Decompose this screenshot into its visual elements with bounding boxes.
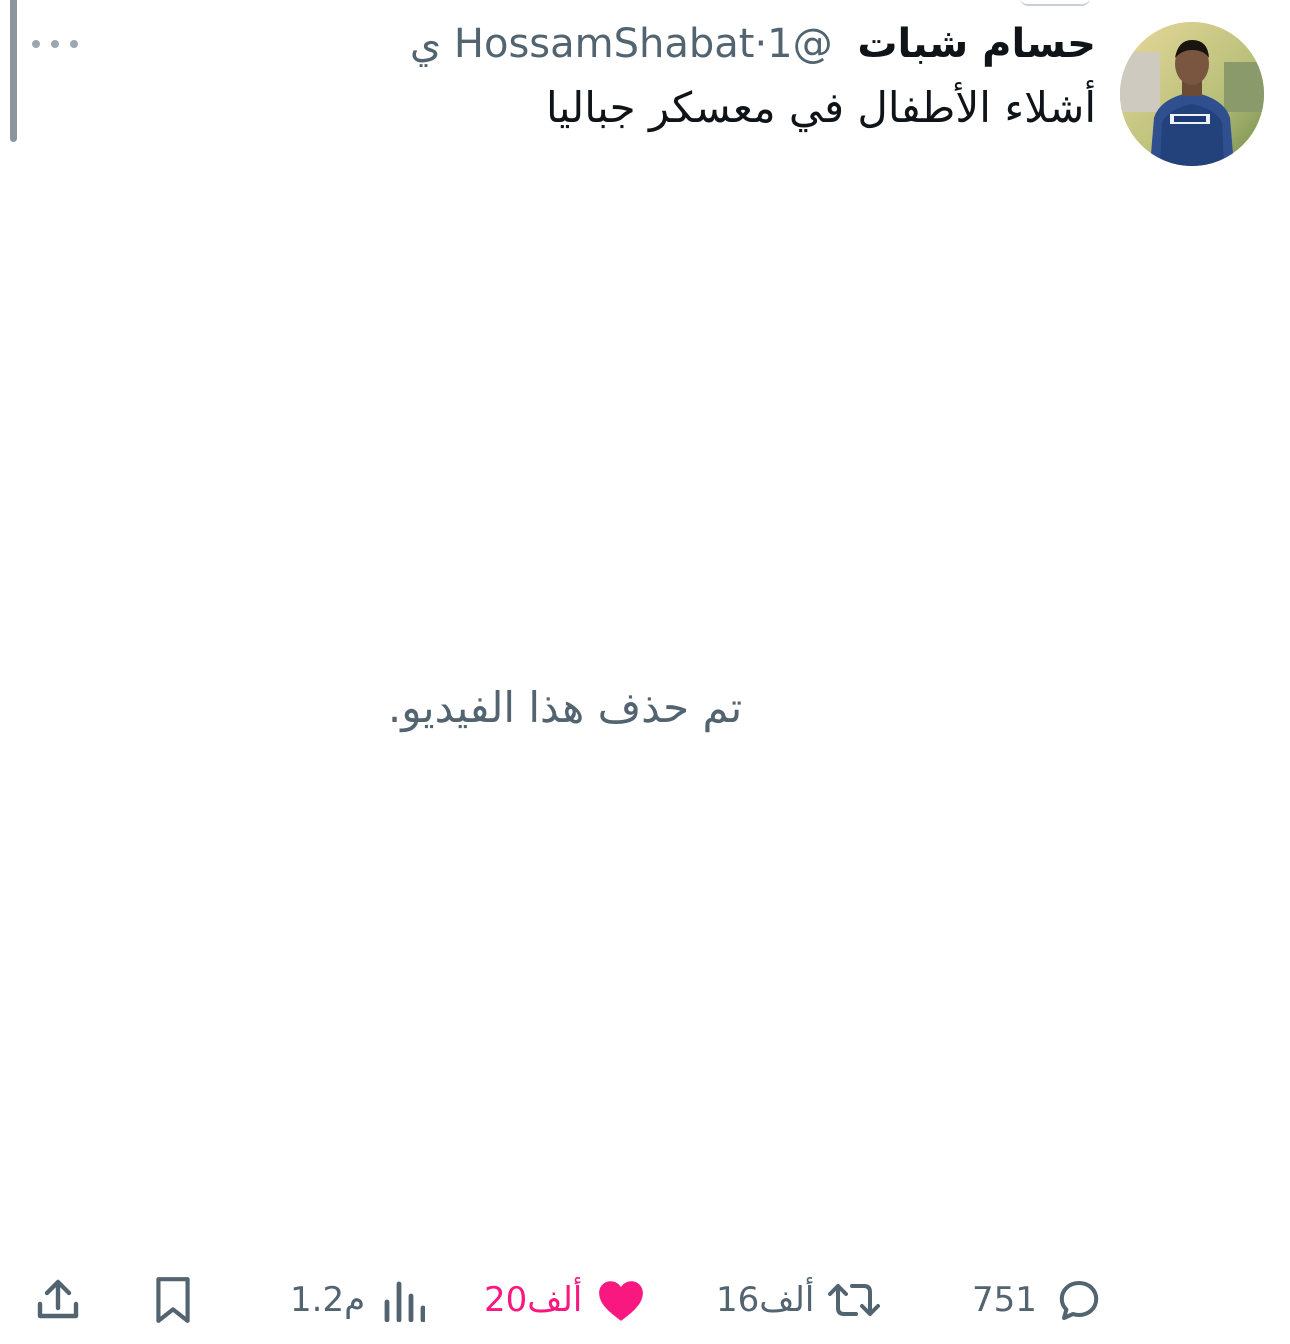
share-icon (37, 1279, 79, 1319)
more-dot-icon (51, 40, 59, 48)
previous-tweet-edge (1020, 0, 1090, 6)
more-dot-icon (70, 40, 78, 48)
more-dot-icon (32, 40, 40, 48)
tweet-action-bar: 751 16ألف 20ألف 1.2م (0, 1262, 1290, 1338)
more-options-button[interactable] (32, 34, 78, 54)
views-count: 1.2م (290, 1280, 366, 1320)
bookmark-icon (156, 1277, 190, 1323)
meta-separator: · (754, 21, 768, 67)
share-button[interactable] (34, 1262, 82, 1338)
reply-count: 751 (972, 1280, 1037, 1320)
like-count: 20ألف (484, 1280, 583, 1320)
heart-icon (599, 1281, 644, 1321)
like-button[interactable]: 20ألف (484, 1262, 646, 1338)
views-button[interactable]: 1.2م (290, 1262, 426, 1338)
author-avatar[interactable] (1120, 22, 1264, 166)
media-deleted-notice: تم حذف هذا الفيديو. (387, 683, 743, 732)
tweet-header: حسام شبات @HossamShabat·1 ي (410, 20, 1096, 68)
tweet-text: أشلاء الأطفال في معسكر جباليا (545, 83, 1096, 132)
author-name[interactable]: حسام شبات (857, 21, 1096, 67)
retweet-button[interactable]: 16ألف (716, 1262, 882, 1338)
avatar-photo (1120, 22, 1264, 166)
reply-icon (1059, 1281, 1099, 1320)
retweet-count: 16ألف (716, 1280, 815, 1320)
reply-button[interactable]: 751 (972, 1262, 1103, 1338)
author-meta: @HossamShabat·1 ي (410, 21, 833, 67)
views-icon (384, 1281, 426, 1322)
thread-connector-line (10, 0, 17, 142)
bookmark-button[interactable] (150, 1262, 196, 1338)
retweet-icon (828, 1284, 881, 1316)
